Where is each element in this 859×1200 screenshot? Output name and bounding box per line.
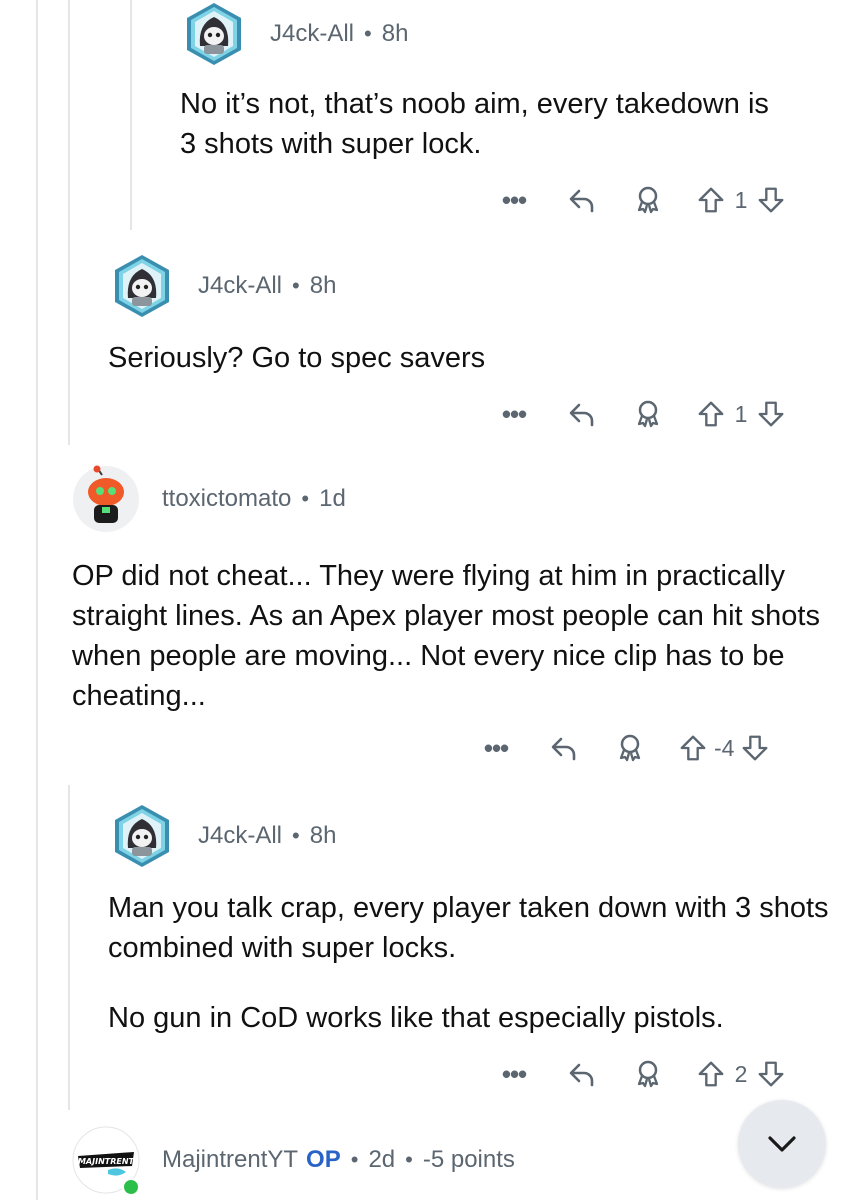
upvote-arrow-icon (696, 399, 726, 429)
comment-age: 8h (309, 272, 337, 299)
thread-line-level-2 (68, 0, 70, 445)
comment-header: J4ck-All • 8h (180, 0, 408, 68)
username[interactable]: J4ck-All (198, 822, 282, 850)
downvote-button[interactable] (754, 399, 788, 429)
vote-score: 1 (734, 400, 748, 427)
tomato-snoo-avatar-icon (73, 465, 139, 532)
comment-body: OP did not cheat... They were flying at … (72, 556, 832, 716)
avatar-logo-text: MAJINTRENT (78, 1157, 135, 1166)
comment-actions: ••• -4 (476, 728, 772, 768)
comment-age: 1d (319, 485, 346, 512)
separator-dot: • (364, 21, 372, 46)
award-button[interactable] (628, 398, 668, 430)
more-options-button[interactable]: ••• (476, 733, 516, 764)
award-button[interactable] (610, 732, 650, 764)
hooded-bot-avatar-icon (108, 252, 176, 320)
vote-score: -4 (714, 734, 735, 761)
downvote-arrow-icon (756, 1059, 786, 1089)
reply-button[interactable] (562, 398, 602, 430)
downvote-arrow-icon (740, 733, 770, 763)
downvote-button[interactable] (754, 185, 788, 215)
user-avatar[interactable] (180, 0, 248, 68)
more-options-button[interactable]: ••• (494, 399, 534, 430)
thread-line-outer (36, 0, 38, 1200)
hooded-bot-avatar-icon (108, 802, 176, 870)
comment-actions: ••• 1 (494, 394, 788, 434)
separator-dot: • (292, 823, 300, 848)
user-avatar[interactable] (108, 802, 176, 870)
comment-actions: ••• 1 (494, 180, 788, 220)
more-options-button[interactable]: ••• (494, 1059, 534, 1090)
downvote-button[interactable] (738, 733, 772, 763)
upvote-button[interactable] (694, 185, 728, 215)
separator-dot: • (405, 1147, 413, 1172)
vote-score: 1 (734, 186, 748, 213)
op-badge: OP (306, 1146, 341, 1173)
reply-icon (548, 732, 580, 764)
comment-points: -5 points (422, 1146, 515, 1173)
upvote-arrow-icon (696, 185, 726, 215)
hooded-bot-avatar-icon (180, 0, 248, 68)
comment-age: 2d (368, 1146, 396, 1173)
vote-score: 2 (734, 1060, 748, 1087)
username[interactable]: ttoxictomato (162, 485, 291, 513)
username[interactable]: J4ck-All (198, 272, 282, 300)
reply-icon (566, 398, 598, 430)
reply-button[interactable] (544, 732, 584, 764)
comment-header: J4ck-All • 8h (108, 252, 336, 320)
online-status-dot (122, 1178, 140, 1196)
user-avatar[interactable] (72, 465, 140, 533)
downvote-arrow-icon (756, 185, 786, 215)
reply-icon (566, 184, 598, 216)
award-icon (632, 1058, 664, 1090)
award-button[interactable] (628, 1058, 668, 1090)
upvote-button[interactable] (676, 733, 710, 763)
award-icon (632, 398, 664, 430)
username[interactable]: MajintrentYT (162, 1146, 298, 1174)
comment-text: No gun in CoD works like that especially… (108, 1002, 724, 1034)
downvote-button[interactable] (754, 1059, 788, 1089)
comment-body: Seriously? Go to spec savers (108, 338, 808, 378)
comment-actions: ••• 2 (494, 1054, 788, 1094)
comment-age: 8h (309, 822, 337, 849)
comment-header: MAJINTRENT MajintrentYT OP • 2d • -5 poi… (72, 1126, 515, 1196)
upvote-button[interactable] (694, 1059, 728, 1089)
comment-header: J4ck-All • 8h (108, 802, 336, 870)
separator-dot: • (301, 486, 310, 511)
upvote-button[interactable] (694, 399, 728, 429)
scroll-down-button[interactable] (738, 1100, 826, 1188)
user-avatar[interactable] (108, 252, 176, 320)
thread-line-level-3 (130, 0, 132, 230)
downvote-arrow-icon (756, 399, 786, 429)
upvote-arrow-icon (678, 733, 708, 763)
user-avatar[interactable]: MAJINTRENT (72, 1126, 140, 1196)
separator-dot: • (292, 273, 300, 298)
reply-button[interactable] (562, 184, 602, 216)
comment-text: Man you talk crap, every player taken do… (108, 892, 829, 964)
award-icon (614, 732, 646, 764)
comment-text: Seriously? Go to spec savers (108, 342, 486, 374)
more-options-button[interactable]: ••• (494, 185, 534, 216)
award-button[interactable] (628, 184, 668, 216)
comment-text: OP did not cheat... They were flying at … (72, 560, 820, 712)
award-icon (632, 184, 664, 216)
reply-button[interactable] (562, 1058, 602, 1090)
comment-text: No it’s not, that’s noob aim, every take… (180, 88, 769, 160)
chevron-down-icon (768, 1136, 796, 1152)
comment-header: ttoxictomato • 1d (72, 465, 346, 533)
username[interactable]: J4ck-All (270, 20, 354, 48)
reply-icon (566, 1058, 598, 1090)
comment-age: 8h (381, 20, 409, 47)
separator-dot: • (350, 1147, 359, 1172)
upvote-arrow-icon (696, 1059, 726, 1089)
comment-body: No it’s not, that’s noob aim, every take… (180, 84, 780, 164)
comment-body: Man you talk crap, every player taken do… (108, 888, 843, 1038)
thread-line-reply (68, 785, 70, 1110)
